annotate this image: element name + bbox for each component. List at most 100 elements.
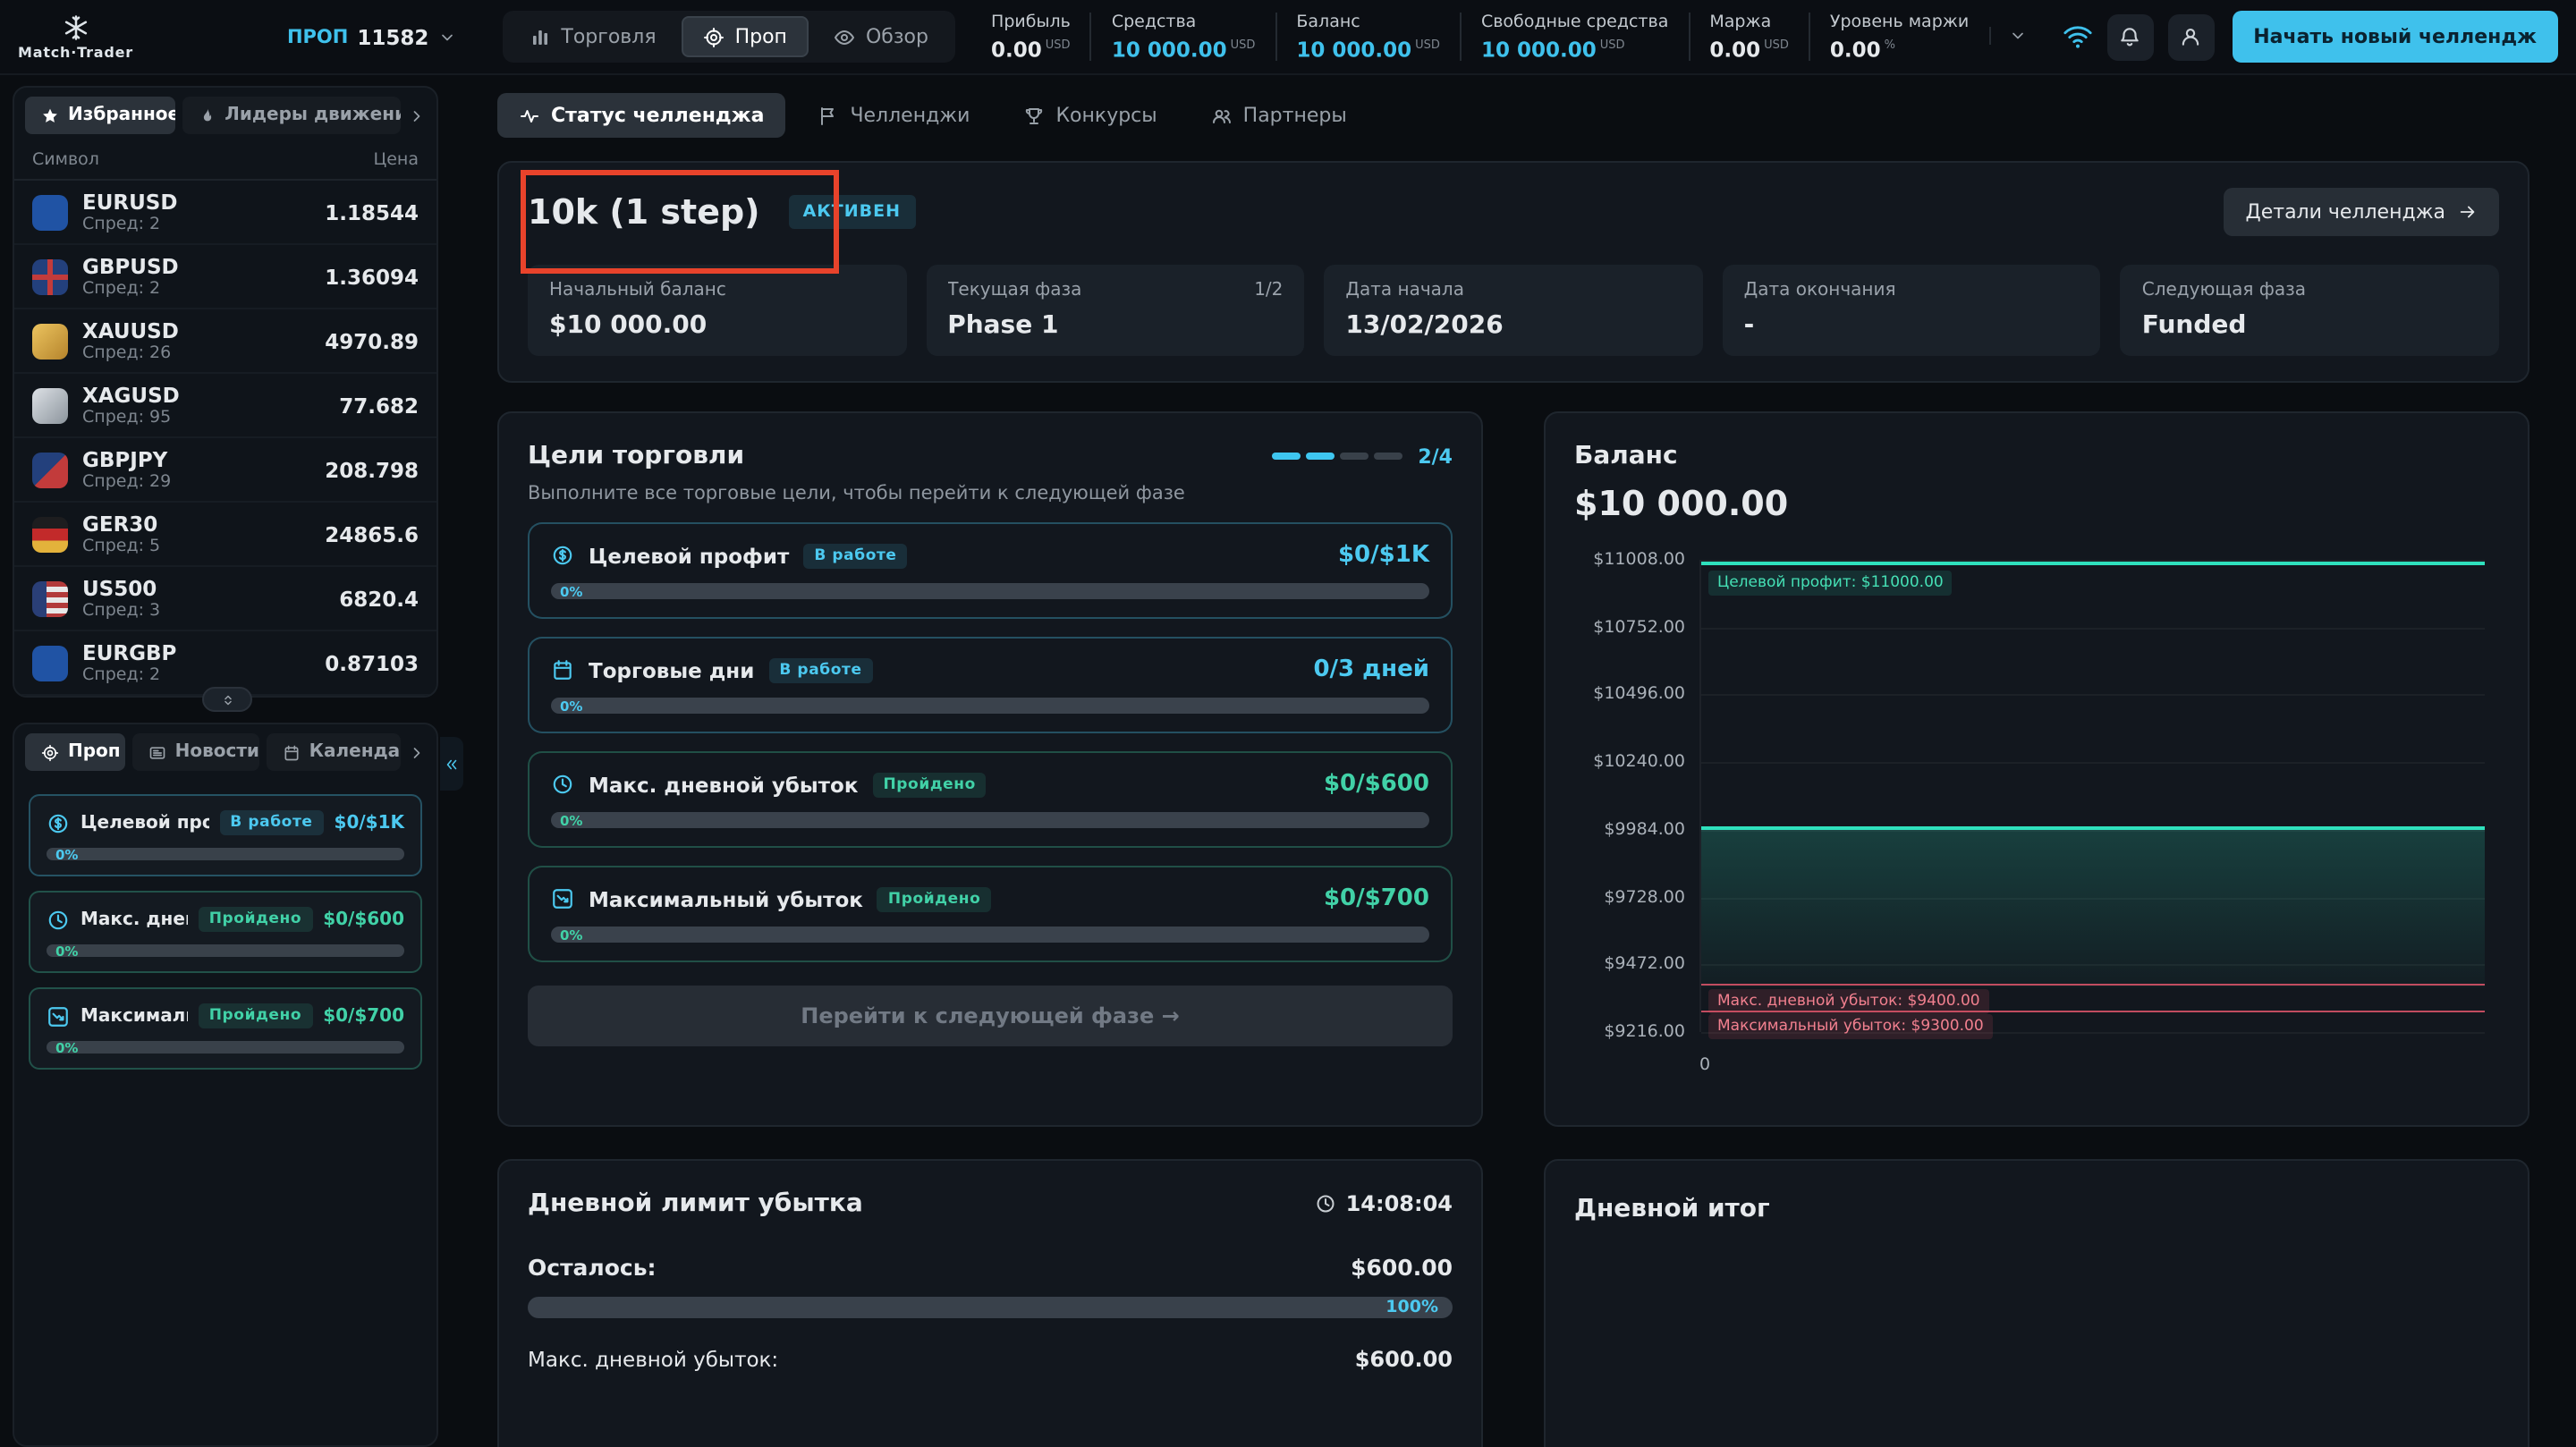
- tab-prop[interactable]: Проп: [681, 16, 809, 57]
- sidebar-goal-card[interactable]: Максимальн... Пройдено $0/$700 0%: [29, 987, 422, 1070]
- stat-label: Свободные средства: [1480, 13, 1669, 33]
- goals-subtitle: Выполните все торговые цели, чтобы перей…: [528, 483, 1185, 504]
- goal-row-profit-target: Целевой профит В работе $0/$1K 0%: [528, 522, 1453, 619]
- tab-label: Новости: [174, 742, 259, 762]
- watchlist-row[interactable]: US500 Спред: 3 6820.4: [14, 567, 436, 631]
- progress-segment: [1305, 453, 1335, 460]
- challenge-details-button[interactable]: Детали челленджа: [2224, 188, 2499, 236]
- sidebar-collapse-handle[interactable]: [440, 737, 463, 791]
- tab-challenge-status[interactable]: Статус челленджа: [497, 93, 786, 138]
- tab-overview[interactable]: Обзор: [812, 16, 950, 57]
- progress-segment: [1373, 453, 1402, 460]
- target-profit-annotation: Целевой профит: $11000.00: [1708, 571, 1953, 597]
- goal-value: $0/$700: [323, 1006, 404, 1026]
- stats-expand-chevron[interactable]: [1988, 27, 2044, 46]
- balance-series-fill: [1701, 829, 2485, 987]
- goal-row-trading-days: Торговые дни В работе 0/3 дней 0%: [528, 637, 1453, 733]
- info-extra: 1/2: [1254, 281, 1284, 300]
- watchlist-row[interactable]: GER30 Спред: 5 24865.6: [14, 503, 436, 567]
- y-tick: $9472.00: [1604, 954, 1685, 975]
- tab-favorites[interactable]: Избранное: [25, 97, 175, 134]
- chevron-right-icon[interactable]: [408, 106, 426, 124]
- trophy-icon: [1023, 105, 1045, 126]
- account-id: 11582: [357, 24, 429, 49]
- watchlist-row[interactable]: XAUUSD Спред: 26 4970.89: [14, 309, 436, 374]
- account-selector[interactable]: ПРОП 11582: [287, 24, 455, 49]
- tab-trading[interactable]: Торговля: [507, 16, 677, 57]
- tab-prop-side[interactable]: Проп: [25, 733, 125, 771]
- next-phase-button[interactable]: Перейти к следующей фазе →: [528, 986, 1453, 1046]
- max-daily-loss-label: Макс. дневной убыток:: [528, 1347, 779, 1372]
- goal-progress-bar: 0%: [551, 927, 1429, 943]
- new-challenge-button[interactable]: Начать новый челлендж: [2232, 11, 2558, 63]
- info-value: $10 000.00: [549, 311, 708, 340]
- tab-contests[interactable]: Конкурсы: [1002, 93, 1178, 138]
- daily-reset-timer: 14:08:04: [1316, 1191, 1453, 1216]
- watchlist-panel: Избранное Лидеры движения Символ Цена EU…: [13, 86, 438, 698]
- symbol-spread: Спред: 2: [82, 278, 161, 298]
- info-card-next-phase: Следующая фаза Funded: [2120, 265, 2499, 356]
- stat-unit: USD: [1764, 38, 1789, 53]
- stat-margin: Маржа 0.00 USD: [1688, 13, 1809, 61]
- account-stats: Прибыль 0.00 USD Средства 10 000.00 USD Ба…: [971, 13, 2044, 61]
- symbol-spread: Спред: 26: [82, 343, 172, 362]
- goal-value: $0/$600: [1323, 771, 1429, 798]
- prop-side-panel: Проп Новости Календарь Целевой профит В …: [13, 723, 438, 1447]
- wifi-icon[interactable]: [2062, 21, 2092, 52]
- symbol-flag-icon: [32, 323, 68, 359]
- y-tick: $9728.00: [1604, 887, 1685, 908]
- updown-icon: [219, 691, 235, 707]
- max-loss-line: [1701, 1010, 2485, 1012]
- challenge-card: 10k (1 step) АКТИВЕН Детали челленджа На…: [497, 161, 2529, 383]
- chevrons-left-icon: [444, 756, 460, 772]
- watchlist-collapse-button[interactable]: [202, 687, 252, 712]
- calendar-icon: [551, 658, 574, 681]
- dollar-icon: [47, 811, 70, 834]
- tab-label: Конкурсы: [1055, 104, 1157, 127]
- chevron-right-icon[interactable]: [408, 743, 426, 761]
- challenge-status-badge: АКТИВЕН: [788, 195, 916, 229]
- target-profit-line: [1701, 562, 2485, 566]
- tab-challenges[interactable]: Челленджи: [796, 93, 991, 138]
- user-icon: [2179, 25, 2202, 48]
- profile-button[interactable]: [2167, 13, 2215, 60]
- symbol-price: 6820.4: [339, 586, 419, 611]
- status-badge: Пройдено: [877, 886, 992, 911]
- stat-unit: USD: [1599, 38, 1625, 53]
- stat-profit: Прибыль 0.00 USD: [971, 13, 1090, 61]
- stat-label: Уровень маржи: [1829, 13, 1970, 33]
- y-tick: $10496.00: [1593, 684, 1685, 705]
- symbol-price: 208.798: [325, 457, 419, 482]
- notifications-button[interactable]: [2106, 13, 2154, 60]
- tab-calendar[interactable]: Календарь: [266, 733, 401, 771]
- stat-balance: Баланс 10 000.00 USD: [1275, 13, 1460, 61]
- goal-progress-label: 0%: [560, 812, 583, 828]
- chevron-down-icon: [437, 28, 455, 46]
- goal-progress-bar: 0%: [551, 812, 1429, 828]
- chart-plot-area: Целевой профит: $11000.00 Макс. дневной …: [1699, 560, 2485, 1039]
- balance-card: Баланс $10 000.00 $11008.00 $10752.00 $1…: [1544, 411, 2529, 1127]
- column-price: Цена: [373, 150, 419, 170]
- symbol-spread: Спред: 5: [82, 536, 161, 555]
- watchlist-row[interactable]: EURUSD Спред: 2 1.18544: [14, 181, 436, 245]
- sidebar-goal-card[interactable]: Макс. дневн... Пройдено $0/$600 0%: [29, 891, 422, 973]
- watchlist-row[interactable]: XAGUSD Спред: 95 77.682: [14, 374, 436, 438]
- watchlist-row[interactable]: GBPUSD Спред: 2 1.36094: [14, 245, 436, 309]
- goal-value: $0/$700: [1323, 885, 1429, 912]
- logo[interactable]: Match·Trader: [18, 13, 133, 60]
- goal-progress-label: 0%: [560, 927, 583, 943]
- symbol-flag-icon: [32, 258, 68, 294]
- tab-movers[interactable]: Лидеры движения: [182, 97, 401, 134]
- watchlist-row[interactable]: GBPJPY Спред: 29 208.798: [14, 438, 436, 503]
- card-title: Дневной итог: [1574, 1195, 1770, 1223]
- tab-label: Торговля: [561, 25, 657, 48]
- tab-label: Проп: [68, 742, 121, 762]
- tab-partners[interactable]: Партнеры: [1190, 93, 1368, 138]
- tab-news[interactable]: Новости: [131, 733, 259, 771]
- symbol-price: 24865.6: [325, 521, 419, 546]
- tab-label: Лидеры движения: [225, 106, 401, 125]
- topbar: Match·Trader ПРОП 11582 Торговля Проп Об…: [0, 0, 2576, 75]
- sidebar-goal-card[interactable]: Целевой профит В работе $0/$1K 0%: [29, 794, 422, 876]
- goal-label: Целевой профит: [80, 813, 208, 833]
- symbol-spread: Спред: 29: [82, 471, 172, 491]
